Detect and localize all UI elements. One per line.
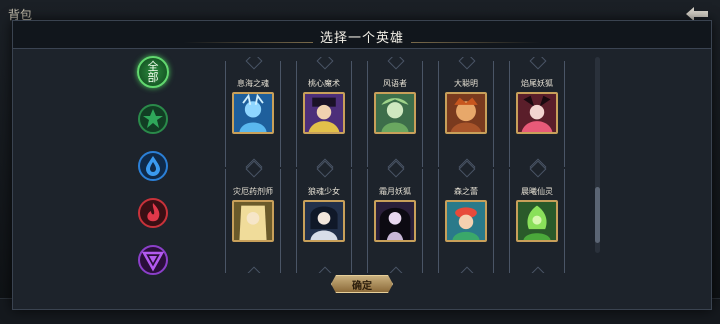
hero-name: 霜月妖狐 bbox=[379, 187, 411, 196]
hero-name: 森之蕾 bbox=[454, 187, 478, 196]
hero-name: 桃心魔术 bbox=[308, 79, 340, 88]
dialog-title: 选择一个英雄 bbox=[319, 31, 404, 46]
triangle-rune-icon bbox=[138, 245, 168, 275]
hero-card[interactable]: 桃心魔术 bbox=[296, 61, 352, 169]
dialog-header: 选择一个英雄 bbox=[13, 21, 711, 49]
hero-select-dialog: 选择一个英雄 全部 息海之魂 桃心魔术 风语者 大聪明 焰尾妖狐 灾厄药剂师 狼… bbox=[12, 20, 712, 310]
hero-card[interactable]: 大聪明 bbox=[438, 61, 494, 169]
filter-nature[interactable] bbox=[137, 103, 169, 135]
confirm-label: 确定 bbox=[352, 280, 372, 292]
hero-name: 灾厄药剂师 bbox=[233, 187, 273, 196]
hero-card[interactable]: 霜月妖狐 bbox=[367, 169, 423, 273]
filter-all[interactable]: 全部 bbox=[137, 56, 169, 88]
hero-card[interactable]: 息海之魂 bbox=[225, 61, 281, 169]
leaf-icon bbox=[138, 104, 168, 134]
hero-name: 风语者 bbox=[383, 79, 407, 88]
faction-filter-list: 全部 bbox=[137, 56, 171, 291]
hero-portrait bbox=[516, 200, 558, 242]
hero-portrait bbox=[445, 200, 487, 242]
scrollbar-thumb[interactable] bbox=[595, 187, 600, 243]
filter-all-label: 全部 bbox=[147, 60, 159, 84]
hero-portrait bbox=[303, 92, 345, 134]
flame-icon bbox=[138, 198, 168, 228]
hero-portrait bbox=[232, 92, 274, 134]
hero-portrait bbox=[445, 92, 487, 134]
hero-name: 狼魂少女 bbox=[308, 187, 340, 196]
hero-portrait bbox=[232, 200, 274, 242]
hero-grid: 息海之魂 桃心魔术 风语者 大聪明 焰尾妖狐 灾厄药剂师 狼魂少女 霜月妖狐 森… bbox=[213, 57, 591, 273]
hero-portrait bbox=[303, 200, 345, 242]
hero-portrait bbox=[374, 200, 416, 242]
water-drop-icon bbox=[138, 151, 168, 181]
hero-card[interactable]: 晨曦仙灵 bbox=[509, 169, 565, 273]
filter-dark[interactable] bbox=[137, 244, 169, 276]
filter-water[interactable] bbox=[137, 150, 169, 182]
hero-portrait bbox=[374, 92, 416, 134]
hero-portrait bbox=[516, 92, 558, 134]
confirm-button[interactable]: 确定 bbox=[331, 275, 393, 293]
hero-card[interactable]: 森之蕾 bbox=[438, 169, 494, 273]
hero-name: 大聪明 bbox=[454, 79, 478, 88]
hero-list-scrollbar[interactable] bbox=[595, 57, 600, 253]
filter-fire[interactable] bbox=[137, 197, 169, 229]
hero-card[interactable]: 狼魂少女 bbox=[296, 169, 352, 273]
header-ornament-right bbox=[411, 42, 541, 43]
hero-name: 焰尾妖狐 bbox=[521, 79, 553, 88]
hero-name: 息海之魂 bbox=[237, 79, 269, 88]
hero-name: 晨曦仙灵 bbox=[521, 187, 553, 196]
hero-card[interactable]: 灾厄药剂师 bbox=[225, 169, 281, 273]
hero-card[interactable]: 风语者 bbox=[367, 61, 423, 169]
hero-card[interactable]: 焰尾妖狐 bbox=[509, 61, 565, 169]
